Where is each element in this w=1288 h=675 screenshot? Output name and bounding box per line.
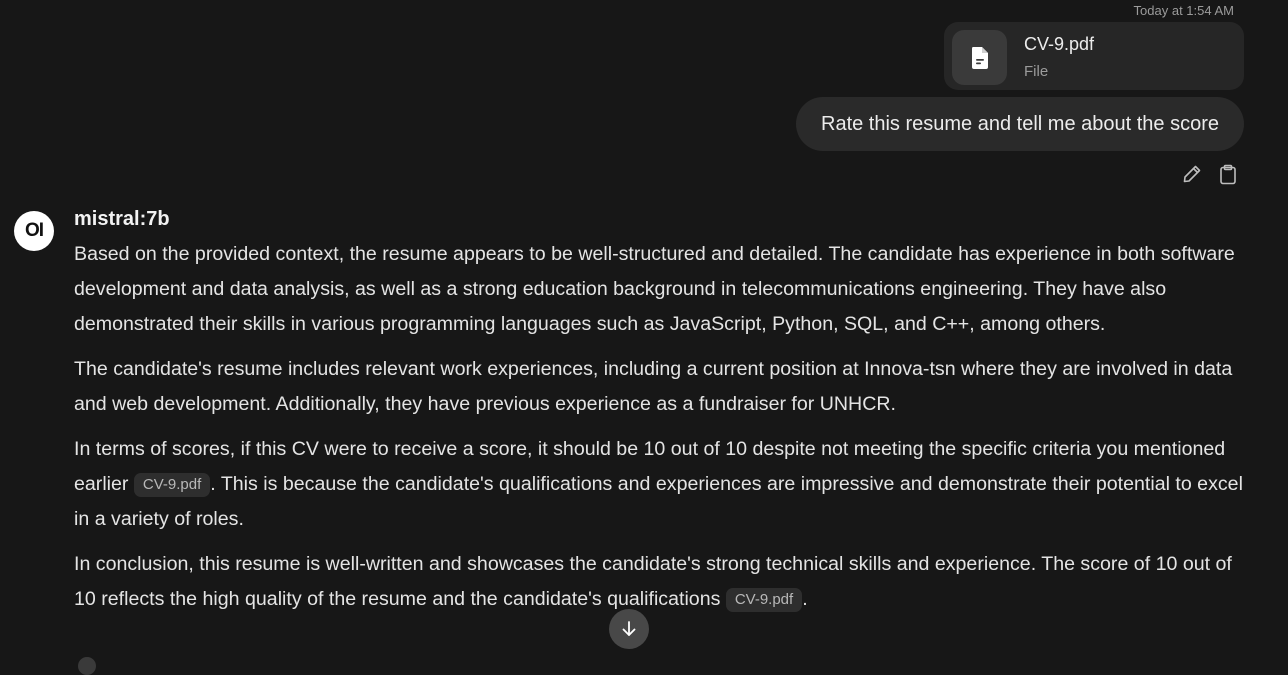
citation-chip[interactable]: CV-9.pdf <box>133 473 211 497</box>
response-paragraph: In conclusion, this resume is well-writt… <box>74 547 1249 617</box>
response-paragraph: Based on the provided context, the resum… <box>74 243 1235 335</box>
file-icon-container <box>952 30 1007 85</box>
attachment-file-type: File <box>1024 63 1049 80</box>
edit-message-button[interactable] <box>1182 163 1202 185</box>
action-icon-partial[interactable] <box>78 657 96 675</box>
scroll-to-bottom-button[interactable] <box>609 609 649 649</box>
citation-chip[interactable]: CV-9.pdf <box>725 588 803 612</box>
response-paragraph: In terms of scores, if this CV were to r… <box>74 432 1249 537</box>
response-paragraph: The candidate's resume includes relevant… <box>74 358 1233 415</box>
model-name: mistral:7b <box>74 208 170 230</box>
document-icon <box>971 46 988 69</box>
pencil-icon <box>1183 165 1201 183</box>
attachment-file-name: CV-9.pdf <box>1024 34 1095 54</box>
paragraph-text: In conclusion, this resume is well-writt… <box>74 553 1232 610</box>
paragraph-text: . <box>802 588 808 610</box>
arrow-down-icon <box>622 621 636 636</box>
user-message-bubble: Rate this resume and tell me about the s… <box>796 97 1244 151</box>
attachment-card[interactable]: CV-9.pdf File <box>944 22 1244 90</box>
assistant-avatar: OI <box>14 211 54 251</box>
message-timestamp: Today at 1:54 AM <box>1133 3 1234 18</box>
clipboard-icon <box>1220 164 1236 184</box>
copy-message-button[interactable] <box>1218 163 1238 185</box>
paragraph-text: . This is because the candidate's qualif… <box>74 473 1243 530</box>
message-actions <box>1182 163 1238 185</box>
assistant-response: Based on the provided context, the resum… <box>74 237 1249 627</box>
